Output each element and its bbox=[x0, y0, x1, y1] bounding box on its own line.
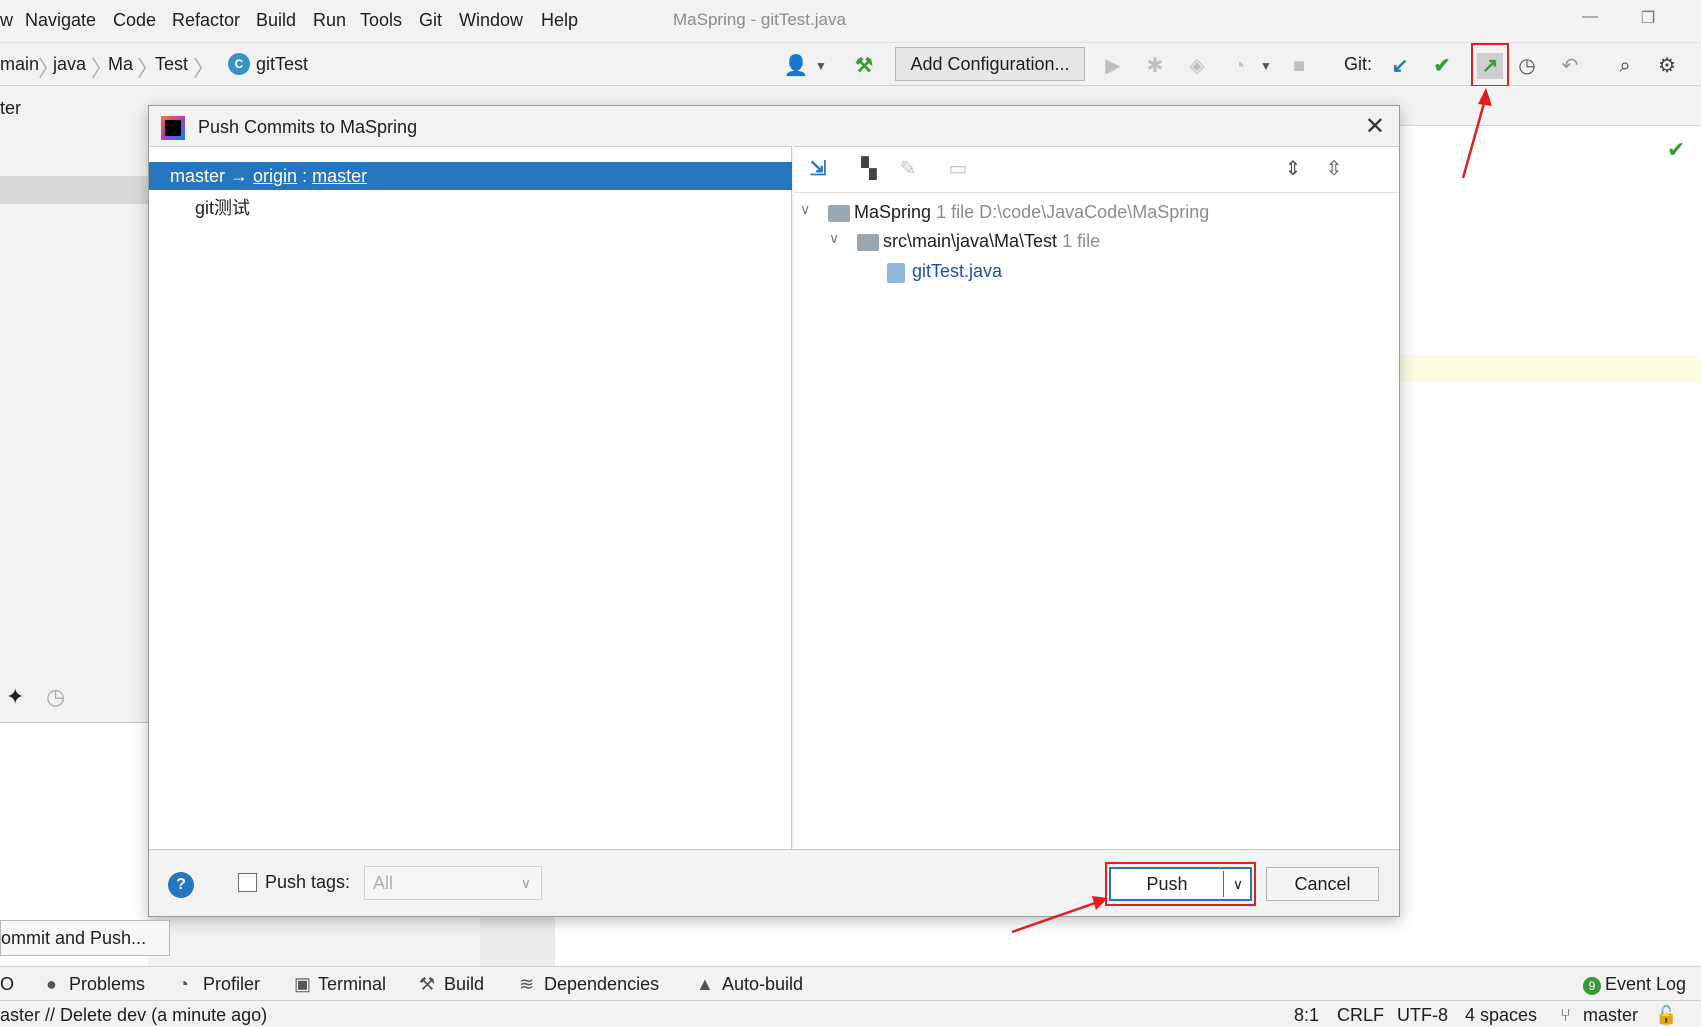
line-separator[interactable]: CRLF bbox=[1337, 1005, 1384, 1026]
commit-and-push-button[interactable]: ommit and Push... bbox=[0, 920, 170, 956]
annotation-arrows bbox=[1011, 88, 1492, 934]
tool-profiler[interactable]: Profiler bbox=[203, 974, 260, 995]
event-count-badge: 9 bbox=[1583, 977, 1601, 995]
annotation-arrow-top bbox=[1461, 95, 1488, 179]
annotation-arrow-bottom bbox=[1011, 900, 1099, 934]
build-hammer-icon: ⚒ bbox=[419, 974, 436, 994]
annotation-arrowhead-top bbox=[1478, 88, 1492, 106]
tool-window-bar: O ● Problems ◔ Profiler ▣ Terminal ⚒ Bui… bbox=[0, 966, 1701, 1000]
lock-icon[interactable]: 🔓 bbox=[1655, 1005, 1677, 1026]
tool-todo[interactable]: O bbox=[0, 974, 14, 995]
tool-terminal[interactable]: Terminal bbox=[318, 974, 386, 995]
status-bar: aster // Delete dev (a minute ago) 8:1 C… bbox=[0, 1000, 1701, 1027]
current-branch[interactable]: master bbox=[1583, 1005, 1638, 1026]
profiler-icon: ◔ bbox=[178, 974, 189, 994]
tool-build[interactable]: Build bbox=[444, 974, 484, 995]
tool-dependencies[interactable]: Dependencies bbox=[544, 974, 659, 995]
status-message: aster // Delete dev (a minute ago) bbox=[0, 1005, 268, 1025]
indent-setting[interactable]: 4 spaces bbox=[1465, 1005, 1537, 1026]
file-encoding[interactable]: UTF-8 bbox=[1397, 1005, 1448, 1026]
problems-icon: ● bbox=[46, 974, 57, 994]
terminal-icon: ▣ bbox=[294, 974, 312, 994]
tool-auto-build[interactable]: Auto-build bbox=[722, 974, 803, 995]
branch-icon: ⑂ bbox=[1560, 1005, 1571, 1025]
warning-icon: ▲ bbox=[696, 974, 714, 994]
event-log[interactable]: 9 Event Log bbox=[1583, 974, 1686, 995]
annotation-arrowhead-bottom bbox=[1092, 896, 1108, 910]
tool-problems[interactable]: Problems bbox=[69, 974, 145, 995]
dependencies-icon: ≋ bbox=[519, 974, 535, 994]
caret-position[interactable]: 8:1 bbox=[1294, 1005, 1319, 1026]
event-log-label: Event Log bbox=[1605, 974, 1687, 994]
